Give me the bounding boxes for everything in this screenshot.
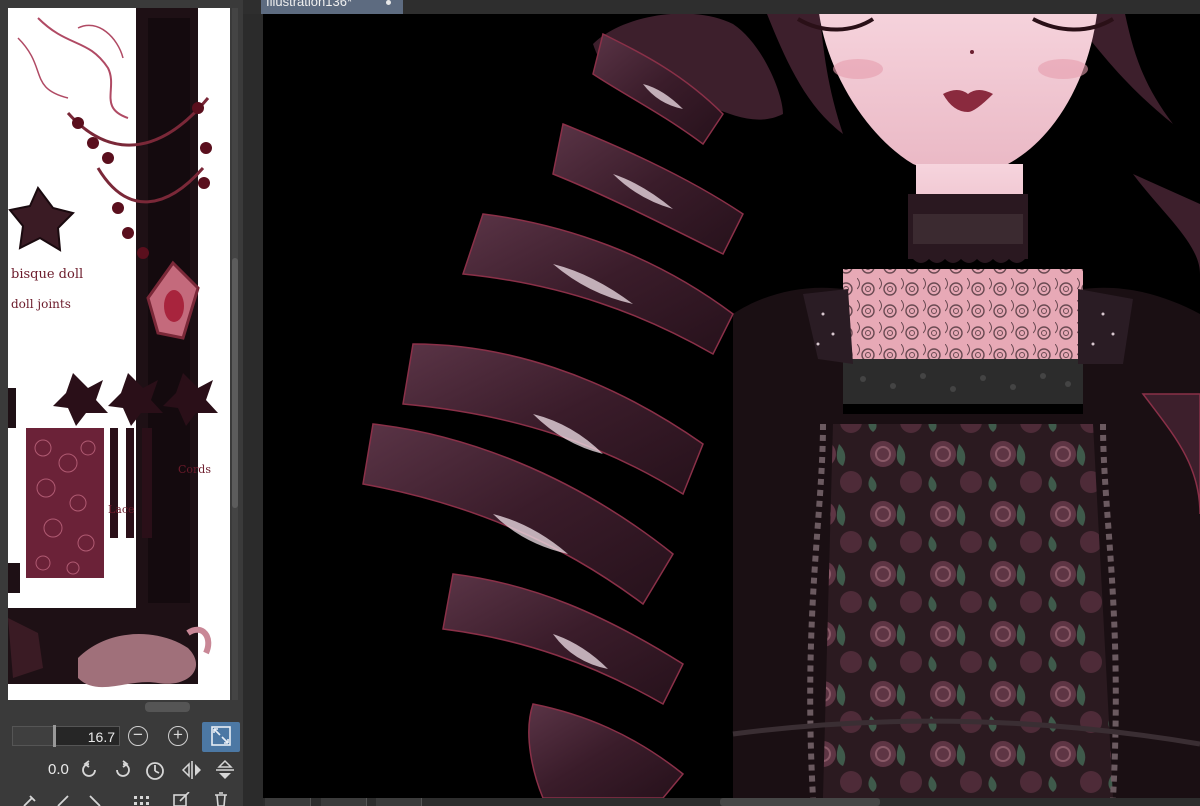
navigator-panel: bisque doll doll joints Lace Cords 16.7 … <box>0 0 243 806</box>
status-zoom-box[interactable] <box>265 798 311 806</box>
rotate-left-icon[interactable] <box>80 760 100 780</box>
zoom-slider-fill <box>13 727 54 745</box>
status-position-box[interactable] <box>376 798 422 806</box>
canvas-horizontal-scrollbar[interactable] <box>720 798 880 806</box>
chevron-right-icon[interactable] <box>88 794 104 806</box>
zoom-controls: 16.7 − + <box>8 722 240 752</box>
fit-to-window-icon <box>211 726 231 746</box>
eyedropper-icon[interactable] <box>22 794 38 806</box>
drawing-canvas[interactable] <box>263 14 1200 798</box>
panel-divider[interactable] <box>243 0 263 806</box>
note-bisque-doll: bisque doll <box>11 267 83 282</box>
note-lace: Lace <box>108 503 135 516</box>
scrollbar-thumb[interactable] <box>232 258 238 508</box>
navigator-preview[interactable]: bisque doll doll joints Lace Cords <box>8 8 230 700</box>
note-doll-joints: doll joints <box>11 297 71 311</box>
zoom-slider[interactable]: 16.7 <box>12 725 120 747</box>
navigator-vertical-scrollbar[interactable] <box>232 8 238 700</box>
flip-horizontal-icon[interactable] <box>180 759 204 781</box>
fit-to-window-button[interactable] <box>202 722 240 752</box>
zoom-slider-handle[interactable] <box>53 725 57 747</box>
unsaved-indicator-icon[interactable] <box>386 0 391 5</box>
zoom-value[interactable]: 16.7 <box>88 729 115 745</box>
navigator-tool-row <box>8 788 240 806</box>
note-cords: Cords <box>178 463 211 476</box>
plus-circle-icon[interactable]: + <box>168 726 188 746</box>
navigator-horizontal-scrollbar[interactable] <box>145 702 190 712</box>
rotate-right-icon[interactable] <box>112 760 132 780</box>
status-angle-box[interactable] <box>321 798 367 806</box>
canvas-artwork <box>362 14 1200 798</box>
rotation-value[interactable]: 0.0 <box>48 761 69 778</box>
chevron-left-icon[interactable] <box>54 794 70 806</box>
tab-illustration[interactable]: Illustration136* <box>261 0 403 14</box>
reset-rotation-icon[interactable] <box>144 759 166 781</box>
minus-circle-icon[interactable]: − <box>128 726 148 746</box>
trash-icon[interactable] <box>212 792 230 806</box>
tab-title: Illustration136* <box>266 0 352 9</box>
navigator-preview-artwork: bisque doll doll joints Lace Cords <box>8 8 230 700</box>
grid-icon[interactable] <box>132 794 152 806</box>
flip-vertical-icon[interactable] <box>214 758 236 782</box>
document-tab-strip: Illustration136* <box>243 0 1200 14</box>
edit-icon[interactable] <box>172 792 192 806</box>
rotation-controls: 0.0 <box>8 756 240 784</box>
